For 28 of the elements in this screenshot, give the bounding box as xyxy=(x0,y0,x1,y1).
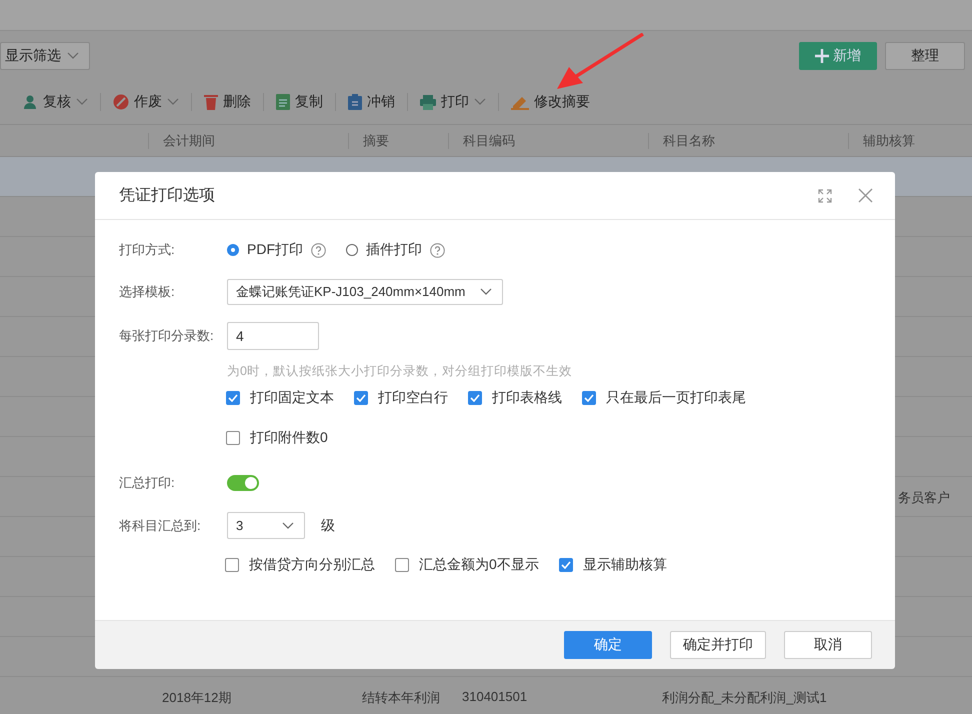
checkbox-label: 只在最后一页打印表尾 xyxy=(606,389,746,407)
field-label: 选择模板: xyxy=(119,283,176,301)
checkbox-label: 打印空白行 xyxy=(378,389,448,407)
unit-text: 级 xyxy=(321,516,335,534)
checkbox-label: 汇总金额为0不显示 xyxy=(419,556,539,574)
table-cell: 310401501 xyxy=(462,689,528,704)
field-label: 打印方式: xyxy=(119,241,176,259)
hint-text: 为0时，默认按纸张大小打印分录数，对分组打印模版不生效 xyxy=(227,363,573,380)
table-cell: 务员客户 xyxy=(898,489,950,507)
checkbox-label: 显示辅助核算 xyxy=(582,556,667,574)
checkbox-label: 按借贷方向分别汇总 xyxy=(249,556,375,574)
radio-label: 插件打印 xyxy=(366,241,422,259)
field-label: 汇总打印: xyxy=(119,474,176,492)
column-header: 辅助核算 xyxy=(848,133,915,149)
checkbox-label: 打印附件数0 xyxy=(250,429,328,447)
table-cell: 结转本年利润 xyxy=(362,689,440,707)
column-header: 科目名称 xyxy=(648,133,715,149)
table-cell: 2018年12期 xyxy=(162,689,232,707)
radio-label: PDF打印 xyxy=(247,241,303,259)
table-cell: 利润分配_未分配利润_测试1 xyxy=(662,689,827,707)
field-label: 将科目汇总到: xyxy=(119,516,202,534)
column-header: 摘要 xyxy=(348,133,389,149)
column-header: 会计期间 xyxy=(148,133,215,149)
column-header: 科目编码 xyxy=(448,133,515,149)
dialog-title: 凭证打印选项 xyxy=(119,186,216,206)
checkbox-label: 打印固定文本 xyxy=(250,389,334,407)
field-label: 每张打印分录数: xyxy=(119,327,215,345)
checkbox-label: 打印表格线 xyxy=(492,389,562,407)
